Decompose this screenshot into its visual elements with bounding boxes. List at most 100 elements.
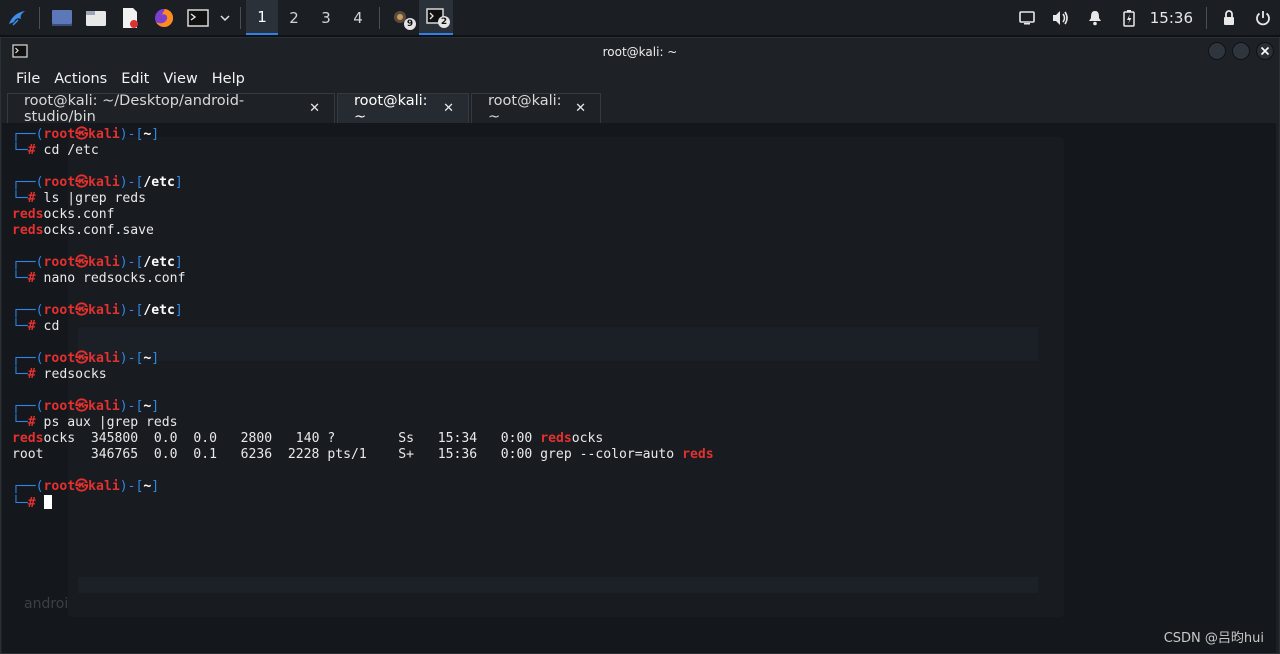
prompt-bracket: └─ [12, 143, 28, 158]
output-line: redsocks.conf.save [12, 223, 714, 239]
prompt-hash: # [27, 496, 36, 511]
output-text: root 346765 0.0 0.1 6236 2228 pts/1 S+ 1… [12, 447, 683, 462]
prompt-bracket: )-[ [119, 255, 144, 270]
window-titlebar[interactable]: root@kali: ~ [1, 38, 1279, 65]
maximize-button[interactable] [1232, 42, 1250, 60]
prompt-bracket: ┌──( [12, 127, 44, 142]
menu-edit[interactable]: Edit [114, 71, 156, 87]
system-tray: 15:36 [1010, 0, 1280, 35]
lock-screen-button[interactable] [1212, 0, 1246, 35]
taskbar-separator [1206, 6, 1207, 29]
tab-root-home-active[interactable]: root@kali: ~ ✕ [337, 93, 469, 125]
terminal-scrollbar[interactable] [1276, 123, 1279, 653]
power-icon [1256, 10, 1270, 25]
prompt-hash: # [27, 319, 36, 334]
prompt-user-host: root㉿kali [43, 399, 120, 414]
terminal-output-area[interactable]: androi ┌──(root㉿kali)-[~] └─# cd /etc ┌──(… [2, 123, 1278, 653]
prompt-hash: # [27, 271, 36, 286]
workspace-2[interactable]: 2 [278, 0, 310, 35]
prompt-bracket: )-[ [119, 127, 144, 142]
output-text: ocks.conf [43, 207, 115, 222]
close-window-button[interactable] [1256, 42, 1274, 60]
output-text: ocks 345800 0.0 0.0 2800 140 ? Ss 15:34 … [43, 431, 541, 446]
prompt-bracket: └─ [12, 415, 28, 430]
prompt-bracket: ┌──( [12, 399, 44, 414]
terminal-launcher-button[interactable] [181, 0, 215, 35]
terminal-icon [187, 8, 209, 27]
prompt-bracket: ] [151, 351, 160, 366]
background-window-function-bar [78, 577, 1038, 593]
command-line: └─# nano redsocks.conf [12, 271, 714, 287]
window-group-button[interactable]: 9 [385, 0, 419, 35]
chevron-down-icon [220, 14, 230, 21]
prompt-user-host: root㉿kali [43, 479, 120, 494]
workspace-1[interactable]: 1 [246, 0, 278, 35]
prompt-user-host: root㉿kali [43, 351, 120, 366]
command-text: cd /etc [35, 143, 99, 158]
menu-bar: File Actions Edit View Help [1, 65, 1279, 93]
text-editor-icon [123, 7, 138, 28]
terminal-text: ┌──(root㉿kali)-[~] └─# cd /etc ┌──(root㉿ka… [12, 127, 714, 511]
taskbar: 1 2 3 4 9 2 15:36 [0, 0, 1280, 35]
tab-close-button[interactable]: ✕ [575, 101, 586, 116]
battery-button[interactable] [1112, 0, 1146, 35]
prompt-bracket: └─ [12, 271, 28, 286]
prompt-hash: # [27, 191, 36, 206]
terminal-window-button[interactable]: 2 [419, 0, 453, 35]
output-text: ocks.conf.save [43, 223, 154, 238]
firefox-button[interactable] [147, 0, 181, 35]
tab-close-button[interactable]: ✕ [443, 101, 454, 116]
terminal-launcher-menu[interactable] [215, 0, 235, 35]
workspace-4[interactable]: 4 [342, 0, 374, 35]
command-line: └─# ls |grep reds [12, 191, 714, 207]
tab-root-home[interactable]: root@kali: ~ ✕ [471, 93, 601, 125]
prompt-bracket: ] [151, 127, 160, 142]
grep-match: reds [12, 207, 44, 222]
menu-actions[interactable]: Actions [47, 71, 114, 87]
command-line: └─# cd [12, 319, 714, 335]
menu-help[interactable]: Help [205, 71, 252, 87]
minimize-button[interactable] [1208, 42, 1226, 60]
menu-file[interactable]: File [9, 71, 47, 87]
command-text: ls |grep reds [35, 191, 147, 206]
text-editor-button[interactable] [113, 0, 147, 35]
notifications-button[interactable] [1078, 0, 1112, 35]
volume-button[interactable] [1044, 0, 1078, 35]
prompt-bracket: └─ [12, 319, 28, 334]
desktop-icon [52, 9, 72, 26]
show-desktop-button[interactable] [45, 0, 79, 35]
prompt-bracket: )-[ [119, 351, 144, 366]
prompt-bracket: ] [151, 399, 160, 414]
prompt-line: ┌──(root㉿kali)-[~] [12, 127, 714, 143]
tab-close-button[interactable]: ✕ [309, 101, 320, 116]
battery-icon [1123, 9, 1135, 27]
command-text: cd [35, 319, 60, 334]
menu-view[interactable]: View [156, 71, 204, 87]
grep-match: reds [12, 431, 44, 446]
grep-match: reds [682, 447, 714, 462]
prompt-bracket: )-[ [119, 303, 144, 318]
prompt-hash: # [27, 143, 36, 158]
file-manager-icon [86, 10, 106, 26]
prompt-bracket: )-[ [119, 175, 144, 190]
display-icon [1018, 10, 1035, 24]
workspace-3[interactable]: 3 [310, 0, 342, 35]
window-count-badge: 2 [438, 16, 450, 28]
tab-android-studio[interactable]: root@kali: ~/Desktop/android-studio/bin … [7, 93, 335, 125]
output-line: redsocks.conf [12, 207, 714, 223]
display-button[interactable] [1010, 0, 1044, 35]
command-text: redsocks [35, 367, 107, 382]
watermark: CSDN @吕昀hui [1163, 631, 1264, 646]
file-manager-button[interactable] [79, 0, 113, 35]
prompt-user-host: root㉿kali [43, 175, 120, 190]
firefox-icon [155, 8, 174, 27]
clock[interactable]: 15:36 [1146, 9, 1201, 27]
prompt-bracket: ┌──( [12, 175, 44, 190]
prompt-directory: /etc [143, 175, 175, 190]
prompt-directory: /etc [143, 255, 175, 270]
kali-menu-button[interactable] [0, 0, 34, 35]
prompt-bracket: ┌──( [12, 255, 44, 270]
power-button[interactable] [1246, 0, 1280, 35]
